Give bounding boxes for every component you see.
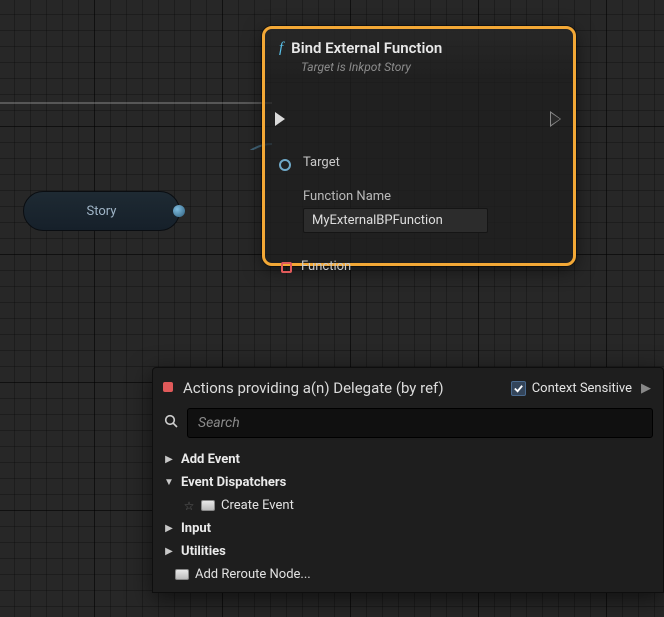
search-icon bbox=[163, 413, 179, 433]
category-label: Add Event bbox=[181, 452, 240, 467]
category-label: Event Dispatchers bbox=[181, 475, 286, 490]
search-input[interactable] bbox=[187, 408, 653, 438]
exec-output-pin[interactable] bbox=[551, 112, 563, 124]
delegate-type-icon bbox=[163, 382, 173, 392]
category-label: Input bbox=[181, 521, 211, 536]
category-utilities[interactable]: ▶ Utilities bbox=[153, 540, 663, 563]
chevron-down-icon[interactable]: ▼ bbox=[163, 477, 175, 488]
category-input[interactable]: ▶ Input bbox=[153, 517, 663, 540]
node-title: Bind External Function bbox=[291, 39, 442, 57]
context-sensitive-label: Context Sensitive bbox=[532, 381, 632, 396]
chevron-right-icon[interactable]: ▶ bbox=[163, 454, 175, 465]
function-delegate-label: Function bbox=[301, 259, 351, 274]
context-actions-menu[interactable]: Actions providing a(n) Delegate (by ref)… bbox=[152, 367, 664, 593]
action-label: Create Event bbox=[221, 498, 294, 513]
actions-tree: ▶ Add Event ▼ Event Dispatchers ☆ Create Even… bbox=[153, 446, 663, 592]
exec-arrow-icon bbox=[551, 112, 561, 126]
story-node-label: Story bbox=[87, 204, 117, 219]
node-header: f Bind External Function Target is Inkpo… bbox=[265, 29, 573, 83]
category-add-event[interactable]: ▶ Add Event bbox=[153, 448, 663, 471]
chevron-right-icon[interactable]: ▶ bbox=[163, 523, 175, 534]
function-name-input[interactable] bbox=[303, 208, 488, 233]
node-action-icon bbox=[175, 569, 189, 580]
story-variable-node[interactable]: Story bbox=[23, 191, 180, 231]
exec-input-pin[interactable] bbox=[275, 112, 287, 124]
context-sensitive-toggle[interactable]: Context Sensitive ▶ bbox=[511, 381, 651, 396]
category-label: Utilities bbox=[181, 544, 226, 559]
function-icon: f bbox=[279, 40, 283, 57]
node-subtitle: Target is Inkpot Story bbox=[301, 60, 559, 74]
function-delegate-pin[interactable] bbox=[281, 262, 292, 273]
story-output-pin[interactable] bbox=[173, 205, 185, 217]
chevron-right-icon[interactable]: ▶ bbox=[163, 546, 175, 557]
target-input-pin[interactable] bbox=[279, 159, 291, 171]
chevron-right-icon: ▶ bbox=[641, 381, 651, 396]
bind-external-function-node[interactable]: f Bind External Function Target is Inkpo… bbox=[262, 26, 576, 266]
exec-arrow-icon bbox=[275, 112, 285, 126]
action-label: Add Reroute Node... bbox=[195, 567, 311, 582]
function-name-label: Function Name bbox=[303, 189, 488, 204]
action-add-reroute-node[interactable]: Add Reroute Node... bbox=[153, 563, 663, 586]
node-action-icon bbox=[201, 500, 215, 511]
category-event-dispatchers[interactable]: ▼ Event Dispatchers bbox=[153, 471, 663, 494]
target-label: Target bbox=[303, 155, 340, 170]
checkbox-icon bbox=[511, 381, 526, 396]
action-create-event[interactable]: ☆ Create Event bbox=[153, 494, 663, 517]
menu-title: Actions providing a(n) Delegate (by ref) bbox=[183, 378, 511, 398]
favorite-star-icon[interactable]: ☆ bbox=[183, 499, 195, 513]
